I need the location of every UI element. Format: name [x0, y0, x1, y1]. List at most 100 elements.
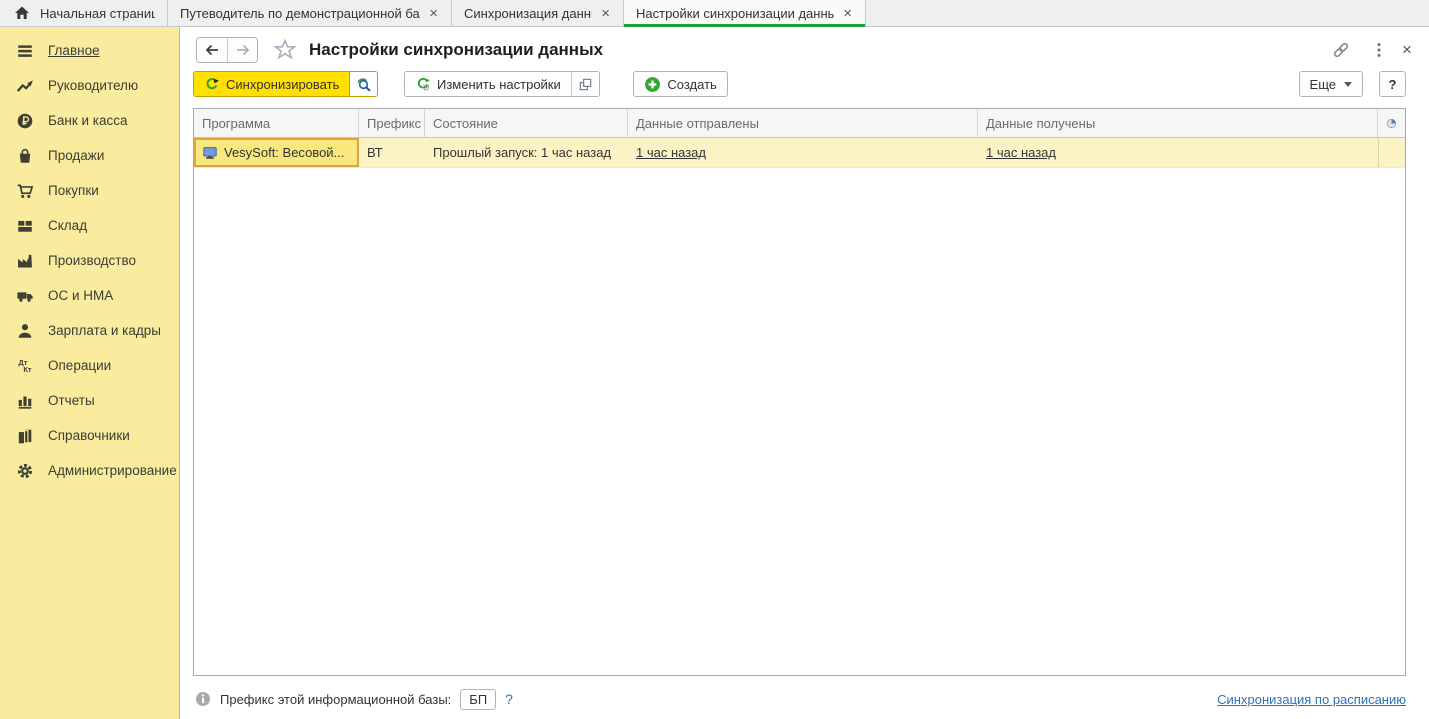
create-button[interactable]: Создать [633, 71, 727, 97]
cell-data-received[interactable]: 1 час назад [978, 138, 1378, 167]
sidebar-item-label: Зарплата и кадры [48, 323, 161, 338]
back-button[interactable] [197, 38, 227, 62]
more-label: Еще [1310, 77, 1336, 92]
create-label: Создать [667, 77, 716, 92]
edit-settings-label: Изменить настройки [437, 77, 561, 92]
ruble-icon [15, 111, 35, 131]
column-header-data-sent[interactable]: Данные отправлены [628, 109, 978, 137]
toolbar-right: Еще ? [1299, 71, 1406, 97]
sidebar-item-label: Склад [48, 218, 87, 233]
cell-data-sent[interactable]: 1 час назад [628, 138, 978, 167]
sidebar-item-rukovoditelyu[interactable]: Руководителю [0, 68, 179, 103]
column-header-prefix[interactable]: Префикс [359, 109, 425, 137]
tab-label: Путеводитель по демонстрационной базе [180, 6, 420, 21]
cell-prefix[interactable]: ВТ [359, 138, 425, 167]
cart-icon [15, 181, 35, 201]
sidebar-item-label: Отчеты [48, 393, 95, 408]
favorite-star-icon[interactable] [273, 38, 297, 62]
sidebar-item-administrirovanie[interactable]: Администрирование [0, 453, 179, 488]
sidebar-item-operacii[interactable]: ДтКт Операции [0, 348, 179, 383]
cell-state[interactable]: Прошлый запуск: 1 час назад [425, 138, 628, 167]
column-header-program[interactable]: Программа [194, 109, 359, 137]
sidebar-item-prodazhi[interactable]: Продажи [0, 138, 179, 173]
sidebar-item-spravochniki[interactable]: Справочники [0, 418, 179, 453]
table-header: Программа Префикс Состояние Данные отпра… [194, 109, 1405, 138]
sidebar-item-zarplata-i-kadry[interactable]: Зарплата и кадры [0, 313, 179, 348]
history-nav [196, 37, 258, 63]
link-icon[interactable] [1331, 40, 1351, 60]
more-button[interactable]: Еще [1299, 71, 1363, 97]
column-header-data-received[interactable]: Данные получены [978, 109, 1378, 137]
sync-scenario-button[interactable] [349, 72, 377, 96]
tab-sync[interactable]: Синхронизация данных × [452, 0, 624, 26]
sidebar-item-otchety[interactable]: Отчеты [0, 383, 179, 418]
data-sent-link[interactable]: 1 час назад [636, 145, 706, 160]
sidebar-item-label: Покупки [48, 183, 99, 198]
sidebar-item-label: Администрирование [48, 463, 177, 478]
sidebar-item-label: Руководителю [48, 78, 138, 93]
synchronize-button[interactable]: Синхронизировать [194, 72, 349, 96]
sync-button-group: Синхронизировать [193, 71, 378, 97]
prefix-help-link[interactable]: ? [505, 691, 513, 707]
tab-home[interactable]: Начальная страница [0, 0, 168, 26]
tab-bar: Начальная страница Путеводитель по демон… [0, 0, 1429, 27]
sidebar: Главное Руководителю Банк и касса Продаж… [0, 27, 180, 719]
sidebar-item-proizvodstvo[interactable]: Производство [0, 243, 179, 278]
infobase-prefix-label: Префикс этой информационной базы: [220, 692, 451, 707]
info-icon [195, 691, 211, 707]
tab-label: Настройки синхронизации данных [636, 6, 834, 21]
close-icon[interactable]: × [842, 6, 853, 21]
report-icon [15, 391, 35, 411]
cell-indicator [1378, 138, 1405, 167]
tab-label: Начальная страница [40, 6, 155, 21]
warehouse-icon [15, 216, 35, 236]
schedule-sync-link[interactable]: Синхронизация по расписанию [1217, 692, 1406, 707]
edit-settings-button-group: Изменить настройки [404, 71, 600, 97]
data-received-link[interactable]: 1 час назад [986, 145, 1056, 160]
open-in-window-button[interactable] [571, 72, 599, 96]
computer-icon [202, 145, 218, 161]
tab-guide[interactable]: Путеводитель по демонстрационной базе × [168, 0, 452, 26]
sidebar-item-glavnoe[interactable]: Главное [0, 33, 179, 68]
sidebar-item-sklad[interactable]: Склад [0, 208, 179, 243]
sidebar-item-pokupki[interactable]: Покупки [0, 173, 179, 208]
close-icon[interactable]: × [428, 6, 439, 21]
page-title: Настройки синхронизации данных [309, 40, 603, 60]
books-icon [15, 426, 35, 446]
more-dots-icon[interactable] [1369, 40, 1389, 60]
help-button[interactable]: ? [1379, 71, 1406, 97]
sidebar-item-label: Производство [48, 253, 136, 268]
help-label: ? [1389, 77, 1397, 92]
tab-sync-settings[interactable]: Настройки синхронизации данных × [624, 0, 866, 26]
synchronize-label: Синхронизировать [226, 77, 339, 92]
sidebar-item-label: Главное [48, 43, 100, 58]
toolbar: Синхронизировать Изменить настройки Созд… [193, 71, 1410, 99]
truck-icon [15, 286, 35, 306]
trend-icon [15, 76, 35, 96]
footer: Префикс этой информационной базы: БП ? С… [195, 687, 1406, 711]
sidebar-item-label: Банк и касса [48, 113, 128, 128]
main-panel: Настройки синхронизации данных × Синхрон… [181, 27, 1429, 719]
sidebar-item-bank-i-kassa[interactable]: Банк и касса [0, 103, 179, 138]
menu-icon [15, 41, 35, 61]
sidebar-item-label: Справочники [48, 428, 130, 443]
sync-settings-table: Программа Префикс Состояние Данные отпра… [193, 108, 1406, 676]
dtkt-icon: ДтКт [15, 356, 35, 376]
gear-icon [15, 461, 35, 481]
close-icon[interactable]: × [600, 6, 611, 21]
factory-icon [15, 251, 35, 271]
infobase-prefix-value[interactable]: БП [460, 689, 496, 710]
auto-refresh-indicator[interactable] [1378, 109, 1405, 137]
table-row[interactable]: VesySoft: Весовой... ВТ Прошлый запуск: … [194, 138, 1405, 168]
bag-icon [15, 146, 35, 166]
cell-program[interactable]: VesySoft: Весовой... [194, 138, 359, 167]
person-icon [15, 321, 35, 341]
column-header-state[interactable]: Состояние [425, 109, 628, 137]
close-icon[interactable]: × [1397, 40, 1417, 60]
sidebar-item-os-i-nma[interactable]: ОС и НМА [0, 278, 179, 313]
edit-settings-button[interactable]: Изменить настройки [405, 72, 571, 96]
home-icon [12, 3, 32, 23]
sidebar-item-label: Продажи [48, 148, 104, 163]
forward-button[interactable] [227, 38, 257, 62]
tab-label: Синхронизация данных [464, 6, 592, 21]
